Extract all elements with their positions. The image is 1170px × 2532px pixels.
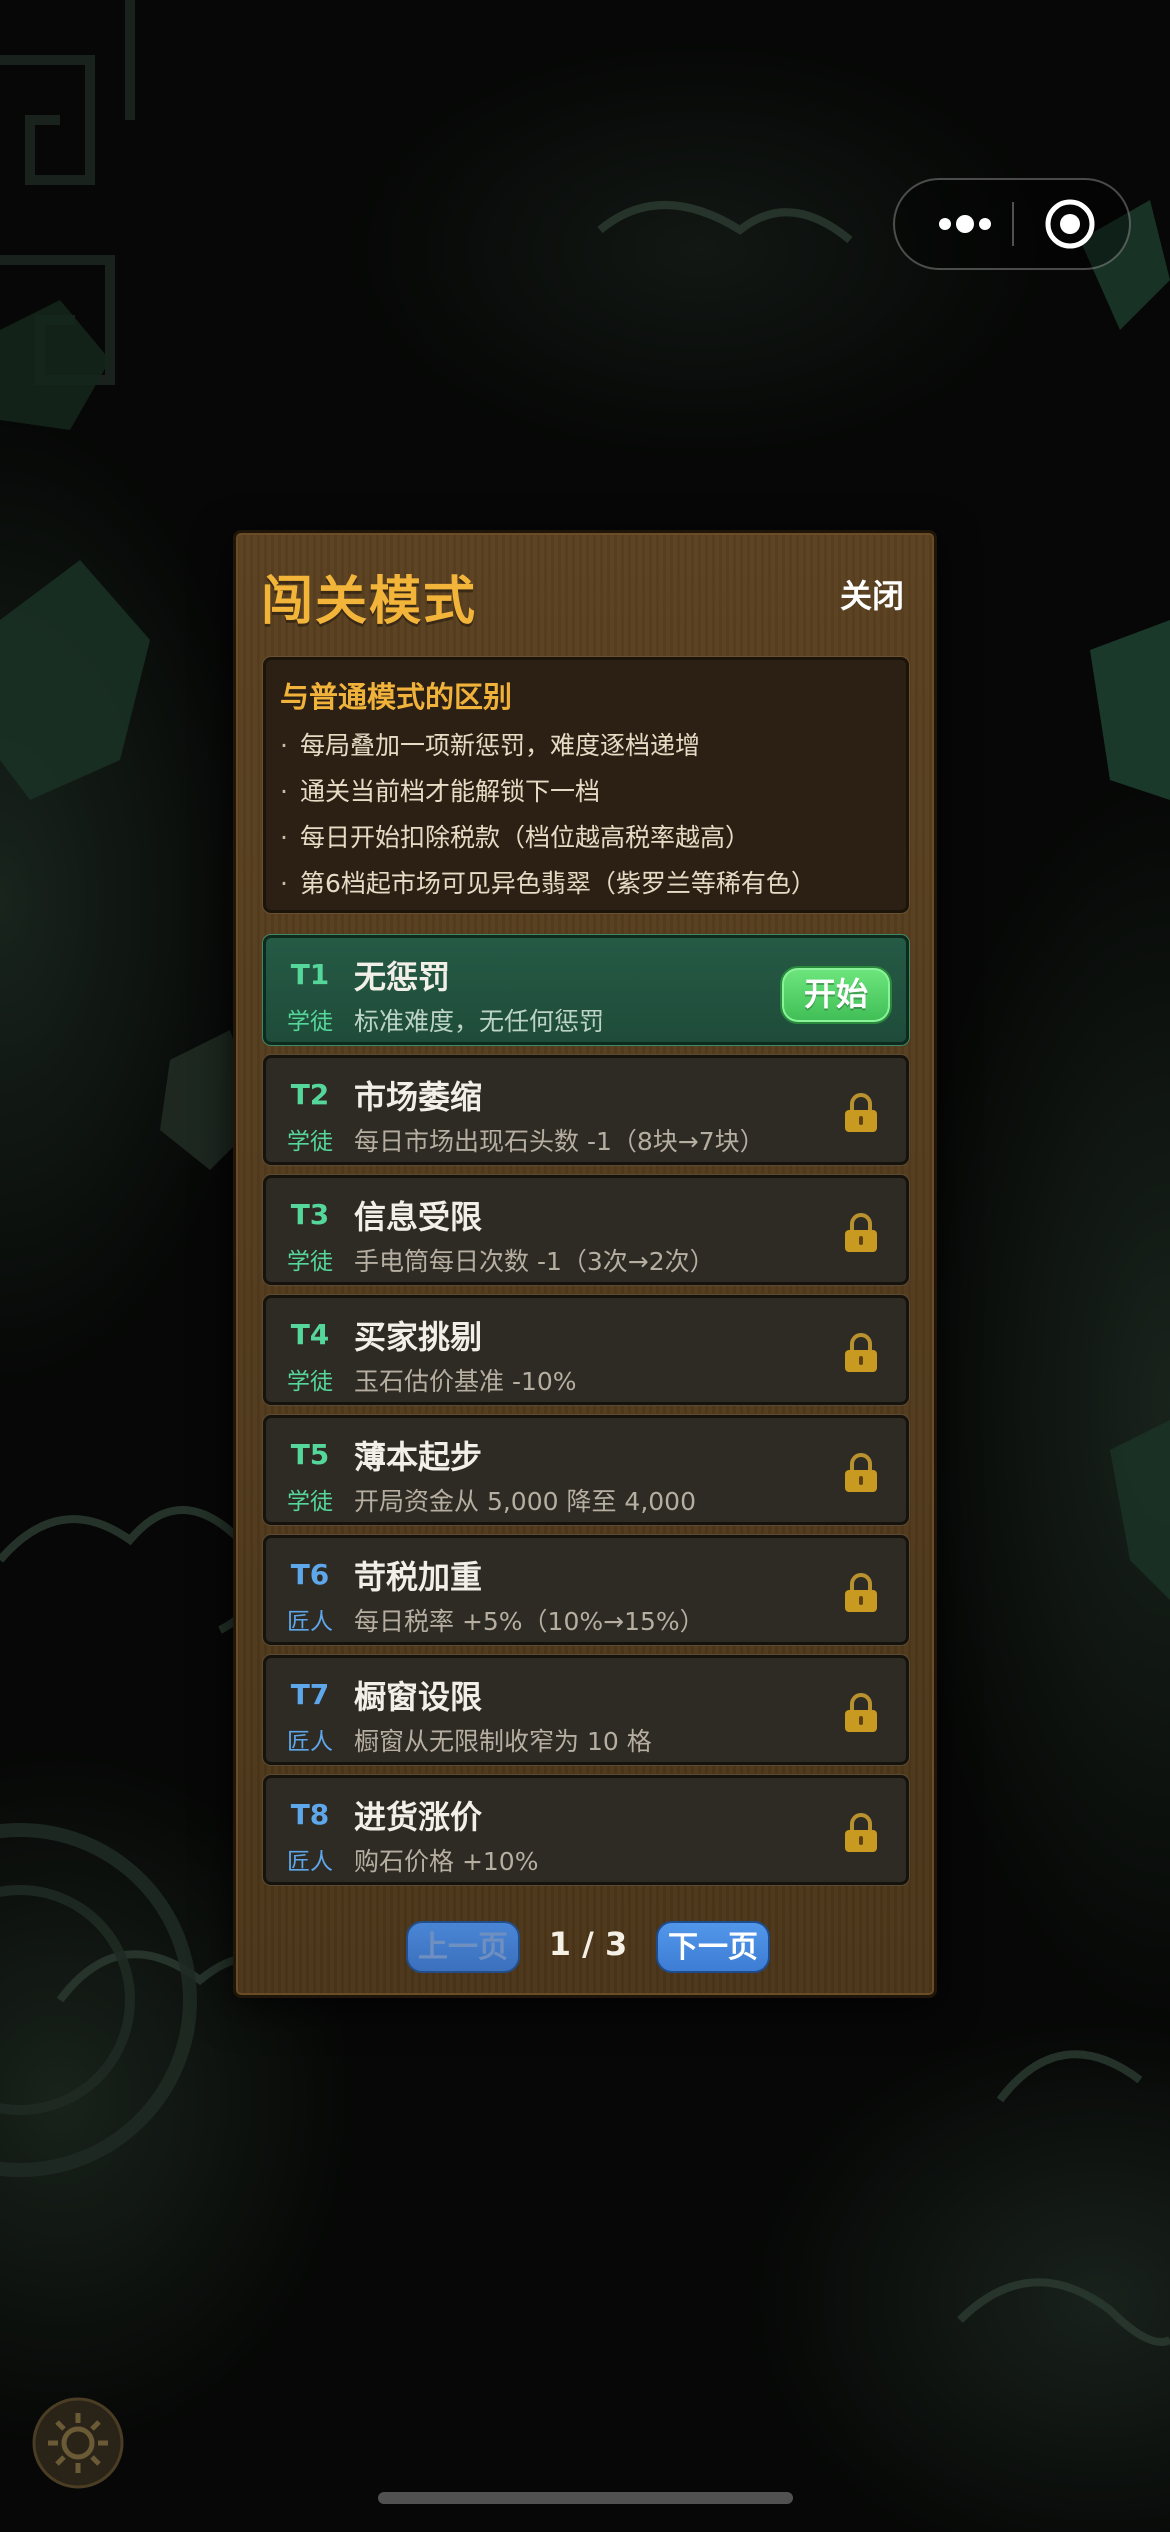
rule-line: · 第6档起市场可见异色翡翠（紫罗兰等稀有色） (280, 864, 816, 900)
home-indicator (378, 2492, 793, 2504)
level-name: 买家挑剔 (354, 1318, 483, 1356)
level-row-t5[interactable]: T5 学徒 薄本起步 开局资金从 5,000 降至 4,000 (263, 1415, 909, 1525)
bullet-icon: · (280, 869, 288, 898)
rule-text: 通关当前档才能解锁下一档 (300, 777, 601, 806)
prev-page-button[interactable]: 上一页 (406, 1921, 520, 1973)
level-row-t4[interactable]: T4 学徒 买家挑剔 玉石估价基准 -10% (263, 1295, 909, 1405)
level-tier: T3 (290, 1198, 330, 1231)
level-rank: 学徒 (287, 1129, 333, 1155)
rule-text: 每局叠加一项新惩罚，难度逐档递增 (300, 731, 701, 760)
level-rank: 匠人 (287, 1729, 333, 1755)
level-tier: T4 (290, 1318, 330, 1351)
level-tier: T2 (290, 1078, 330, 1111)
level-desc: 手电筒每日次数 -1（3次→2次） (354, 1247, 715, 1276)
level-tier: T1 (290, 958, 330, 991)
rule-line: · 每局叠加一项新惩罚，难度逐档递增 (280, 726, 700, 762)
level-tier: T5 (290, 1438, 330, 1471)
game-screen: 闯关模式 关闭 与普通模式的区别 · 每局叠加一项新惩罚，难度逐档递增 · 通关当前… (0, 0, 1170, 2532)
level-rank: 学徒 (287, 1249, 333, 1275)
bullet-icon: · (280, 731, 288, 760)
level-desc: 开局资金从 5,000 降至 4,000 (354, 1487, 696, 1516)
level-tier: T8 (290, 1798, 330, 1831)
lock-icon (845, 1213, 877, 1252)
rules-box: 与普通模式的区别 · 每局叠加一项新惩罚，难度逐档递增 · 通关当前档才能解锁下一档… (263, 657, 909, 913)
page-indicator: 1 / 3 (548, 1925, 628, 1963)
level-row-t7[interactable]: T7 匠人 橱窗设限 橱窗从无限制收窄为 10 格 (263, 1655, 909, 1765)
lock-icon (845, 1093, 877, 1132)
rule-line: · 通关当前档才能解锁下一档 (280, 772, 600, 808)
level-row-t3[interactable]: T3 学徒 信息受限 手电筒每日次数 -1（3次→2次） (263, 1175, 909, 1285)
level-desc: 玉石估价基准 -10% (354, 1367, 577, 1396)
mini-program-capsule (893, 178, 1131, 270)
challenge-mode-dialog: 闯关模式 关闭 与普通模式的区别 · 每局叠加一项新惩罚，难度逐档递增 · 通关当前… (233, 530, 937, 1998)
lock-icon (845, 1813, 877, 1852)
level-name: 苛税加重 (354, 1558, 483, 1596)
next-page-button[interactable]: 下一页 (656, 1921, 770, 1973)
level-rank: 学徒 (287, 1369, 333, 1395)
level-tier: T7 (290, 1678, 330, 1711)
level-row-t8[interactable]: T8 匠人 进货涨价 购石价格 +10% (263, 1775, 909, 1885)
level-desc: 标准难度，无任何惩罚 (354, 1007, 605, 1036)
rules-heading: 与普通模式的区别 (280, 680, 513, 714)
rule-text: 每日开始扣除税款（档位越高税率越高） (300, 823, 751, 852)
level-desc: 每日税率 +5%（10%→15%） (354, 1607, 705, 1636)
dialog-title: 闯关模式 (261, 572, 478, 632)
level-rank: 匠人 (287, 1849, 333, 1875)
level-desc: 橱窗从无限制收窄为 10 格 (354, 1727, 652, 1756)
level-name: 进货涨价 (354, 1798, 483, 1836)
level-rank: 学徒 (287, 1489, 333, 1515)
level-rank: 学徒 (287, 1009, 333, 1035)
bullet-icon: · (280, 777, 288, 806)
lock-icon (845, 1333, 877, 1372)
gear-icon[interactable] (30, 2395, 126, 2491)
lock-icon (845, 1573, 877, 1612)
more-dots-icon[interactable] (925, 180, 1015, 268)
capsule-divider (1012, 202, 1014, 246)
bullet-icon: · (280, 823, 288, 852)
close-button[interactable]: 关闭 (840, 571, 904, 617)
level-row-t6[interactable]: T6 匠人 苛税加重 每日税率 +5%（10%→15%） (263, 1535, 909, 1645)
lock-icon (845, 1693, 877, 1732)
level-row-t1[interactable]: T1 学徒 无惩罚 标准难度，无任何惩罚 开始 (263, 935, 909, 1045)
level-desc: 购石价格 +10% (354, 1847, 539, 1876)
level-row-t2[interactable]: T2 学徒 市场萎缩 每日市场出现石头数 -1（8块→7块） (263, 1055, 909, 1165)
level-name: 无惩罚 (354, 958, 451, 996)
target-icon[interactable] (1025, 180, 1115, 268)
level-rank: 匠人 (287, 1609, 333, 1635)
level-name: 薄本起步 (354, 1438, 483, 1476)
level-name: 市场萎缩 (354, 1078, 483, 1116)
rule-line: · 每日开始扣除税款（档位越高税率越高） (280, 818, 750, 854)
rule-text: 第6档起市场可见异色翡翠（紫罗兰等稀有色） (300, 869, 816, 898)
level-name: 橱窗设限 (354, 1678, 483, 1716)
lock-icon (845, 1453, 877, 1492)
start-button[interactable]: 开始 (780, 966, 892, 1024)
level-desc: 每日市场出现石头数 -1（8块→7块） (354, 1127, 765, 1156)
level-name: 信息受限 (354, 1198, 483, 1236)
level-tier: T6 (290, 1558, 330, 1591)
